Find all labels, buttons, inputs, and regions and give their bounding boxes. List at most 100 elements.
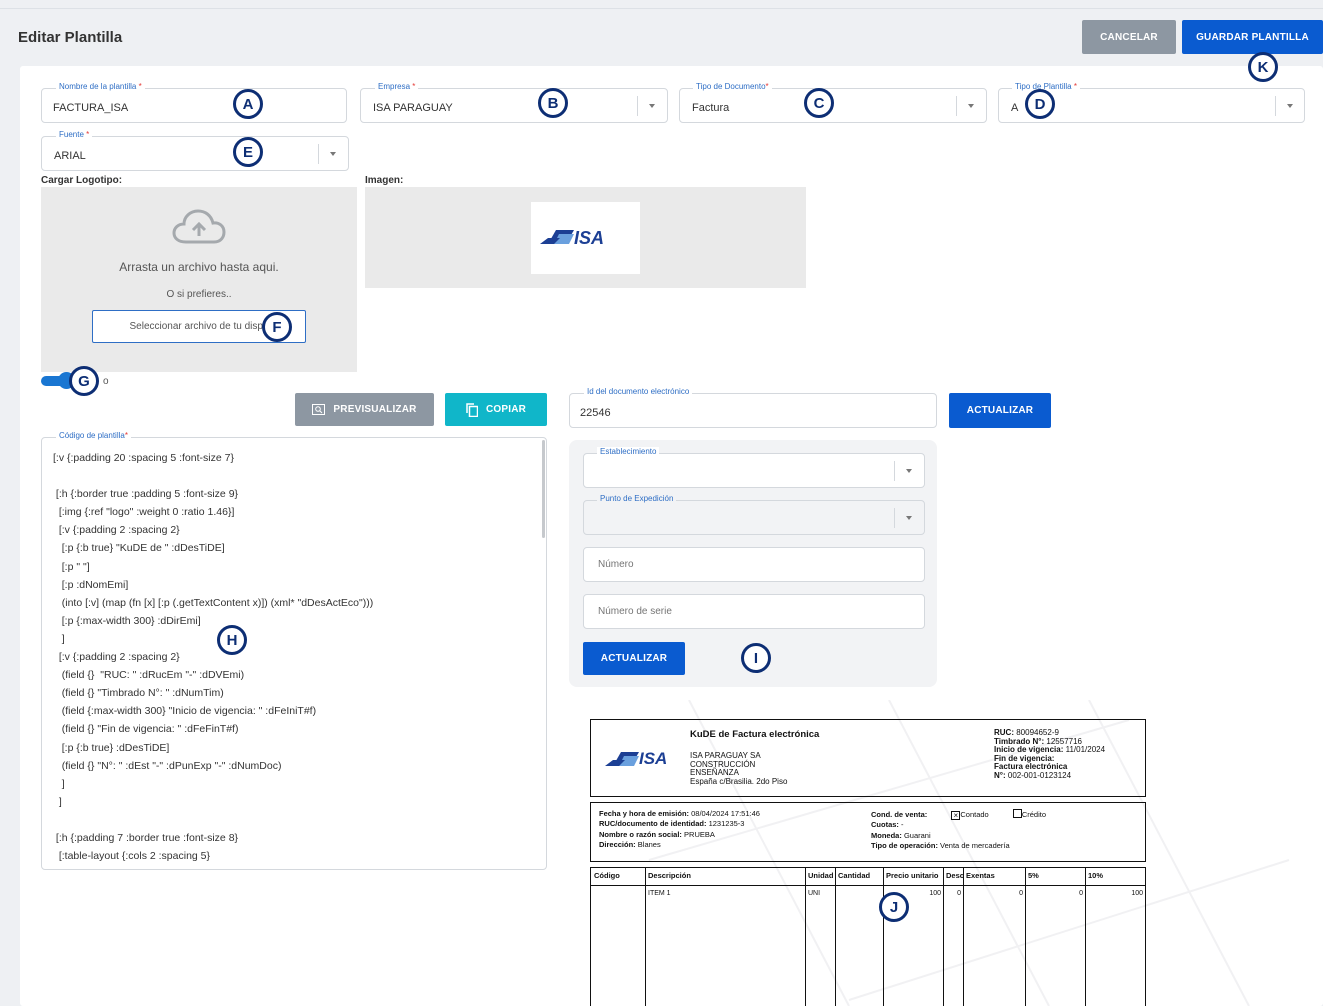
code-line: [:v {:padding 2 :spacing 2} xyxy=(53,651,180,664)
expedition-point-select[interactable] xyxy=(583,500,925,535)
or-text: O si prefieres.. xyxy=(166,289,232,300)
dropdown-divider xyxy=(318,144,319,164)
code-line: (into [:v] (map (fn [x] [:p (.getTextCon… xyxy=(53,596,374,609)
doc-type-label: Tipo de Documento* xyxy=(693,82,772,91)
marker-a: A xyxy=(233,89,263,119)
marker-j: J xyxy=(879,892,909,922)
chevron-down-icon[interactable] xyxy=(330,152,336,156)
isa-logo-icon xyxy=(540,230,574,244)
doc-id-input[interactable]: 22546 xyxy=(569,393,937,428)
update-doc-button[interactable]: ACTUALIZAR xyxy=(949,393,1051,428)
logo-image: ISA xyxy=(531,202,640,274)
chevron-down-icon[interactable] xyxy=(1287,104,1293,108)
table-column-divider xyxy=(805,868,806,1006)
code-line: (field {} "Timbrado N°: " :dNumTim) xyxy=(53,687,224,700)
logo-text: ISA xyxy=(574,228,605,248)
invoice-details: Fecha y hora de emisión: 08/04/2024 17:5… xyxy=(590,802,1146,862)
code-line: [:table-layout {:cols 2 :spacing 5} xyxy=(53,850,211,863)
table-column-divider xyxy=(1085,868,1086,1006)
establishment-select[interactable] xyxy=(583,453,925,488)
table-cell: UNI xyxy=(808,890,821,897)
invoice-header: ISA KuDE de Factura electrónica ISA PARA… xyxy=(590,719,1146,797)
template-code-editor[interactable]: [:v {:padding 20 :spacing 5 :font-size 7… xyxy=(41,437,547,870)
marker-k: K xyxy=(1248,52,1278,82)
save-template-button[interactable]: GUARDAR PLANTILLA xyxy=(1182,20,1323,54)
table-column-divider xyxy=(645,868,646,1006)
copy-icon xyxy=(466,402,478,417)
font-select[interactable]: ARIAL xyxy=(41,136,349,171)
dropdown-divider xyxy=(894,508,895,528)
doc-id-value: 22546 xyxy=(580,407,611,419)
marker-b: B xyxy=(538,88,568,118)
credito-checkbox xyxy=(1012,809,1022,818)
copy-button[interactable]: COPIAR xyxy=(445,393,547,426)
table-cell: 0 xyxy=(957,890,961,897)
chevron-down-icon[interactable] xyxy=(906,469,912,473)
invoice-title: KuDE de Factura electrónica xyxy=(690,729,820,740)
scrollbar[interactable] xyxy=(542,440,545,538)
image-preview: ISA xyxy=(365,187,806,288)
code-line: ] xyxy=(53,632,65,645)
chevron-down-icon[interactable] xyxy=(968,104,974,108)
code-line: [:h {:padding 7 :border true :font-size … xyxy=(53,831,239,844)
serial-number-input[interactable] xyxy=(583,594,925,629)
items-table: Código Descripción ITEM 1 Unidad UNI Cantidad… xyxy=(590,867,1146,1006)
marker-d: D xyxy=(1025,89,1055,119)
code-line: (field {} "RUC: " :dRucEm "-" :dDVEmi) xyxy=(53,669,245,682)
logo-dropzone[interactable]: Arrasta un archivo hasta aqui. O si pref… xyxy=(41,187,357,372)
logo-upload-label: Cargar Logotipo: xyxy=(41,175,123,186)
code-line: [:v {:padding 20 :spacing 5 :font-size 7… xyxy=(53,452,234,464)
establishment-label: Establecimiento xyxy=(597,447,660,456)
number-input[interactable] xyxy=(583,547,925,582)
marker-c: C xyxy=(804,88,834,118)
doc-type-value: Factura xyxy=(692,102,730,114)
template-name-field[interactable]: FACTURA_ISA xyxy=(41,88,347,123)
cancel-button[interactable]: CANCELAR xyxy=(1082,20,1176,54)
table-header-cell: 5% xyxy=(1028,871,1039,880)
table-header-divider xyxy=(591,885,1145,886)
table-header-cell: Precio unitario xyxy=(886,871,939,880)
dropdown-divider xyxy=(637,96,638,116)
company-select[interactable]: ISA PARAGUAY xyxy=(360,88,668,123)
invoice-page: ISA KuDE de Factura electrónica ISA PARA… xyxy=(590,719,1146,1006)
table-header-cell: Exentas xyxy=(966,871,995,880)
table-header-cell: Unidad xyxy=(808,871,834,880)
chevron-down-icon[interactable] xyxy=(906,516,912,520)
table-header-cell: Desc. xyxy=(946,871,963,880)
marker-i: I xyxy=(741,643,771,673)
code-line: [:p {:b true} :dDesTiDE] xyxy=(53,741,170,754)
table-column-divider xyxy=(1025,868,1026,1006)
template-type-value: A xyxy=(1011,102,1019,114)
code-line: [:img {:ref "logo" :weight 0 :ratio 1.46… xyxy=(53,506,235,519)
customer-info: Fecha y hora de emisión: 08/04/2024 17:5… xyxy=(599,809,760,849)
drag-text: Arrasta un archivo hasta aqui. xyxy=(119,260,279,274)
marker-h: H xyxy=(217,625,247,655)
page-title: Editar Plantilla xyxy=(18,29,123,46)
template-name-label: Nombre de la plantilla * xyxy=(56,82,145,91)
doc-id-label: Id del documento electrónico xyxy=(584,387,693,396)
company-value: ISA PARAGUAY xyxy=(373,102,453,114)
preview-button[interactable]: PREVISUALIZAR xyxy=(295,393,434,426)
cloud-upload-icon xyxy=(172,209,226,244)
marker-e: E xyxy=(233,137,263,167)
dropdown-divider xyxy=(1275,96,1276,116)
code-editor-label: Código de plantilla* xyxy=(56,431,131,440)
marker-f: F xyxy=(262,312,292,342)
code-text[interactable]: [:v {:padding 20 :spacing 5 :font-size 7… xyxy=(53,449,373,865)
update-filters-button[interactable]: ACTUALIZAR xyxy=(583,642,685,675)
isa-logo-icon xyxy=(605,752,639,766)
chevron-down-icon[interactable] xyxy=(649,104,655,108)
table-cell: 0 xyxy=(1079,890,1083,897)
template-name-value: FACTURA_ISA xyxy=(53,102,129,114)
code-line: (field {} "N°: " :dEst "-" :dPunExp "-" … xyxy=(53,759,282,772)
table-column-divider xyxy=(883,868,884,1006)
invoice-logo-text: ISA xyxy=(639,749,668,768)
image-label: Imagen: xyxy=(365,175,404,186)
dropdown-divider xyxy=(894,461,895,481)
table-cell: 0 xyxy=(1019,890,1023,897)
toggle-label: o xyxy=(103,376,109,387)
table-header-cell: Descripción xyxy=(648,871,691,880)
contado-checkbox: × xyxy=(951,811,961,820)
